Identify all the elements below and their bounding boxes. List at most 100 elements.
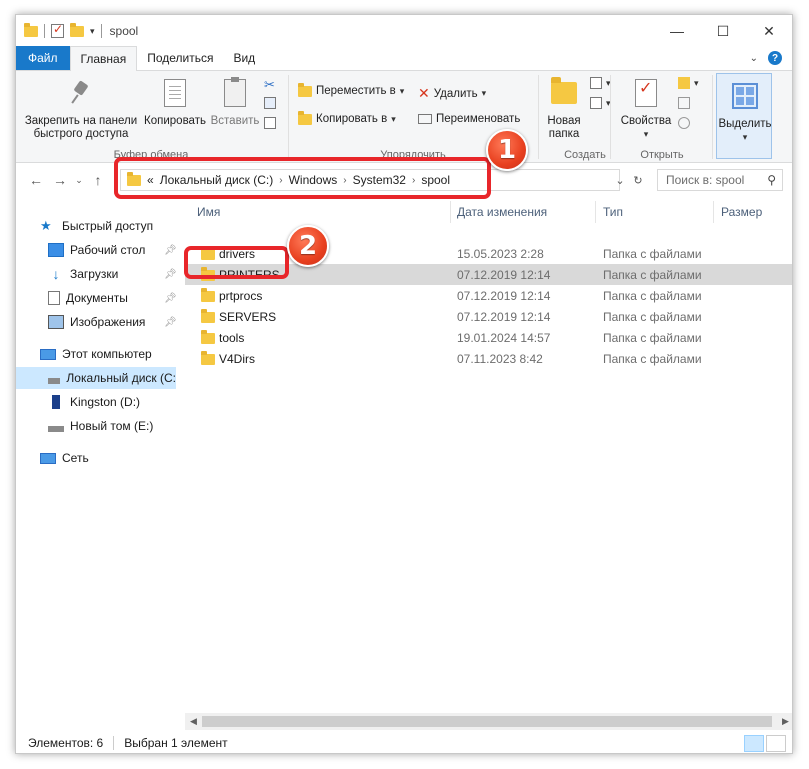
nav-label: Быстрый доступ [62,219,154,233]
folder-icon [201,309,215,323]
history-icon[interactable] [678,117,690,129]
rename-label: Переименовать [436,113,521,125]
open-icon[interactable]: ▾ [678,77,699,89]
table-row[interactable]: prtprocs 07.12.2019 12:14 Папка с файлам… [185,285,792,306]
pin-icon[interactable]: 📌︎ [164,317,176,328]
nav-downloads[interactable]: ↓ Загрузки 📌︎ [16,263,177,285]
back-arrow-icon[interactable]: ← [24,172,48,188]
divider[interactable] [450,201,451,223]
cut-icon[interactable]: ✂ [264,77,275,93]
divider[interactable] [595,201,596,223]
minimize-button[interactable]: — [654,15,700,47]
printers-highlight [184,246,289,279]
divider [44,24,45,38]
address-dropdown-icon[interactable]: ⌄ [610,169,630,191]
divider [538,75,539,159]
nav-label: Документы [66,291,128,305]
search-box[interactable]: Поиск в: spool ⚲ [657,169,783,191]
pin-icon [70,80,92,106]
nav-label: Рабочий стол [70,243,146,257]
file-name: SERVERS [219,309,277,324]
tab-home[interactable]: Главная [69,46,138,71]
recent-locations-icon[interactable]: ⌄ [72,175,86,186]
easy-access-icon[interactable]: ▾ [590,97,611,109]
column-header-type[interactable]: Тип [603,201,623,223]
nav-desktop[interactable]: Рабочий стол 📌︎ [16,239,176,261]
file-type: Папка с файлами [603,246,702,261]
chevron-down-icon: ▾ [742,132,748,142]
paste-button[interactable]: Вставить [210,75,260,128]
nav-kingston-d[interactable]: Kingston (D:) [16,391,176,413]
file-type: Папка с файлами [603,288,702,303]
rename-button[interactable]: Переименовать [418,113,520,125]
move-folder-icon [298,82,312,97]
delete-label: Удалить [433,87,478,100]
open-group: Свойства ▾ ▾ Открыть [612,71,712,163]
nav-pictures[interactable]: Изображения 📌︎ [16,311,176,333]
scroll-right-icon[interactable]: ▶ [777,713,792,730]
column-header-name[interactable]: Имя [197,201,220,223]
documents-icon [48,291,60,305]
edit-icon[interactable] [678,97,690,109]
ribbon: Закрепить на панели быстрого доступа Коп… [16,71,792,163]
large-icons-view-icon[interactable] [766,735,786,752]
file-date: 07.11.2023 8:42 [457,351,543,366]
details-view-icon[interactable] [744,735,764,752]
chevron-down-icon[interactable]: ⌄ [750,53,758,64]
refresh-icon[interactable]: ↻ [628,169,648,191]
new-folder-button[interactable]: Новая папка [544,75,584,141]
new-item-icon[interactable]: ▾ [590,77,611,89]
close-button[interactable]: ✕ [746,15,792,47]
horizontal-scrollbar[interactable]: ◀ ▶ [185,713,792,730]
table-row[interactable]: tools 19.01.2024 14:57 Папка с файлами [185,327,792,348]
scrollbar-thumb[interactable] [202,716,772,727]
divider[interactable] [713,201,714,223]
forward-arrow-icon[interactable]: → [48,172,72,188]
nav-documents[interactable]: Документы 📌︎ [16,287,176,309]
navigation-pane: ★ Быстрый доступ Рабочий стол 📌︎ ↓ Загру… [16,201,176,731]
rename-icon [418,114,432,124]
table-row[interactable]: SERVERS 07.12.2019 12:14 Папка с файлами [185,306,792,327]
pin-icon[interactable]: 📌︎ [164,245,176,256]
new-folder-line2: папка [548,128,580,140]
pin-icon[interactable]: 📌︎ [164,293,176,304]
table-row[interactable]: V4Dirs 07.11.2023 8:42 Папка с файлами [185,348,792,369]
nav-quick-access[interactable]: ★ Быстрый доступ [16,215,176,237]
divider [288,75,289,159]
copy-to-button[interactable]: Копировать в ▾ [298,110,396,125]
tab-share[interactable]: Поделиться [137,46,223,70]
drive-icon [48,426,64,432]
copy-button[interactable]: Копировать [142,75,208,128]
properties-button[interactable]: Свойства ▾ [616,75,676,141]
tab-file[interactable]: Файл [16,46,70,70]
pin-quick-access-button[interactable]: Закрепить на панели быстрого доступа [22,75,140,141]
column-header-size[interactable]: Размер [721,201,762,223]
nav-new-volume-e[interactable]: Новый том (E:) [16,415,176,437]
scroll-left-icon[interactable]: ◀ [185,713,202,730]
item-count: Элементов: 6 [28,736,104,750]
nav-label: Изображения [70,315,146,329]
search-icon[interactable]: ⚲ [767,173,776,187]
nav-local-disk-c[interactable]: Локальный диск (C: [16,367,176,389]
pin-icon[interactable]: 📌︎ [164,269,176,280]
customize-toolbar-icon[interactable]: ▾ [90,26,95,37]
help-icon[interactable]: ? [768,51,782,65]
column-header-date[interactable]: Дата изменения [457,201,547,223]
delete-button[interactable]: ✕ Удалить ▾ [418,85,486,102]
tab-view[interactable]: Вид [223,46,265,70]
selection-status: Выбран 1 элемент [124,736,228,750]
maximize-button[interactable]: ☐ [700,15,746,47]
title-bar: ▾ spool — ☐ ✕ [16,15,792,47]
paste-shortcut-icon[interactable] [264,117,276,129]
nav-this-pc[interactable]: Этот компьютер [16,343,176,365]
move-to-button[interactable]: Переместить в ▾ [298,82,404,97]
select-button[interactable]: Выделить ▾ [716,73,772,159]
nav-label: Локальный диск (C: [66,371,176,385]
pin-label-line1: Закрепить на панели [24,115,138,127]
nav-network[interactable]: Сеть [16,447,176,469]
copy-path-icon[interactable] [264,97,276,109]
quick-access-toolbar: ▾ [16,22,102,38]
properties-icon[interactable] [51,22,64,38]
new-folder-icon[interactable] [70,22,84,37]
up-arrow-icon[interactable]: ↑ [86,172,110,188]
